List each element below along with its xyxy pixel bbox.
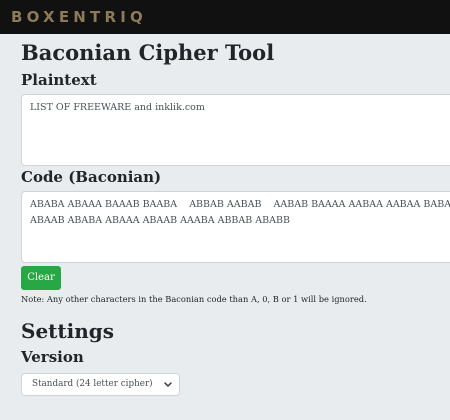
settings-heading: Settings [21,319,115,343]
site-logo[interactable]: BOXENTRIQ [11,8,147,26]
clear-button[interactable]: Clear [21,266,61,290]
version-selected-value: Standard (24 letter cipher) [32,379,153,389]
code-label: Code (Baconian) [21,168,162,186]
version-label: Version [21,348,84,366]
version-select[interactable]: Standard (24 letter cipher) [21,373,180,396]
page-title: Baconian Cipher Tool [21,40,275,65]
plaintext-input[interactable]: LIST OF FREEWARE and inklik.com [21,94,450,166]
input-note: Note: Any other characters in the Baconi… [21,294,367,304]
top-navigation-bar: BOXENTRIQ [0,0,450,34]
plaintext-label: Plaintext [21,71,97,89]
chevron-down-icon [163,374,173,395]
baconian-code-input[interactable]: ABABA ABAAA BAAAB BAABA ABBAB AABAB AABA… [21,191,450,263]
